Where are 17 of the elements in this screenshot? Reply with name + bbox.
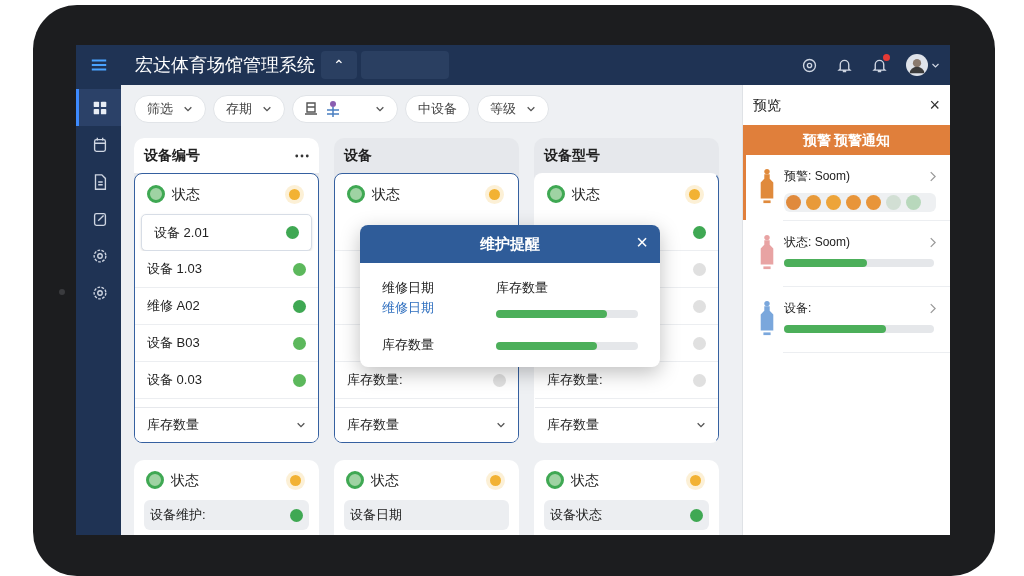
status-label: 状态 — [371, 470, 399, 490]
field-label: 维修日期 — [382, 279, 435, 297]
app-title: 宏达体育场馆管理系统 — [135, 53, 315, 77]
alert-label: 状态: Soom) — [784, 234, 850, 251]
field-label: 库存数量 — [382, 336, 435, 354]
alert-banner: 预警 预警通知 — [743, 125, 950, 155]
column-title: 设备编号 — [142, 146, 201, 165]
column-title: 设备型号 — [542, 146, 601, 165]
panel-title: 预览 — [753, 95, 781, 115]
alert-label: 设备: — [784, 300, 812, 317]
status-label: 状态 — [171, 470, 199, 490]
column-title: 设备 — [342, 146, 373, 165]
status-label: 状态 — [172, 184, 200, 204]
status-label: 状态 — [572, 184, 600, 204]
status-label: 状态 — [372, 184, 400, 204]
alert-label: 预警: Soom) — [784, 168, 850, 185]
status-label: 状态 — [571, 470, 599, 490]
